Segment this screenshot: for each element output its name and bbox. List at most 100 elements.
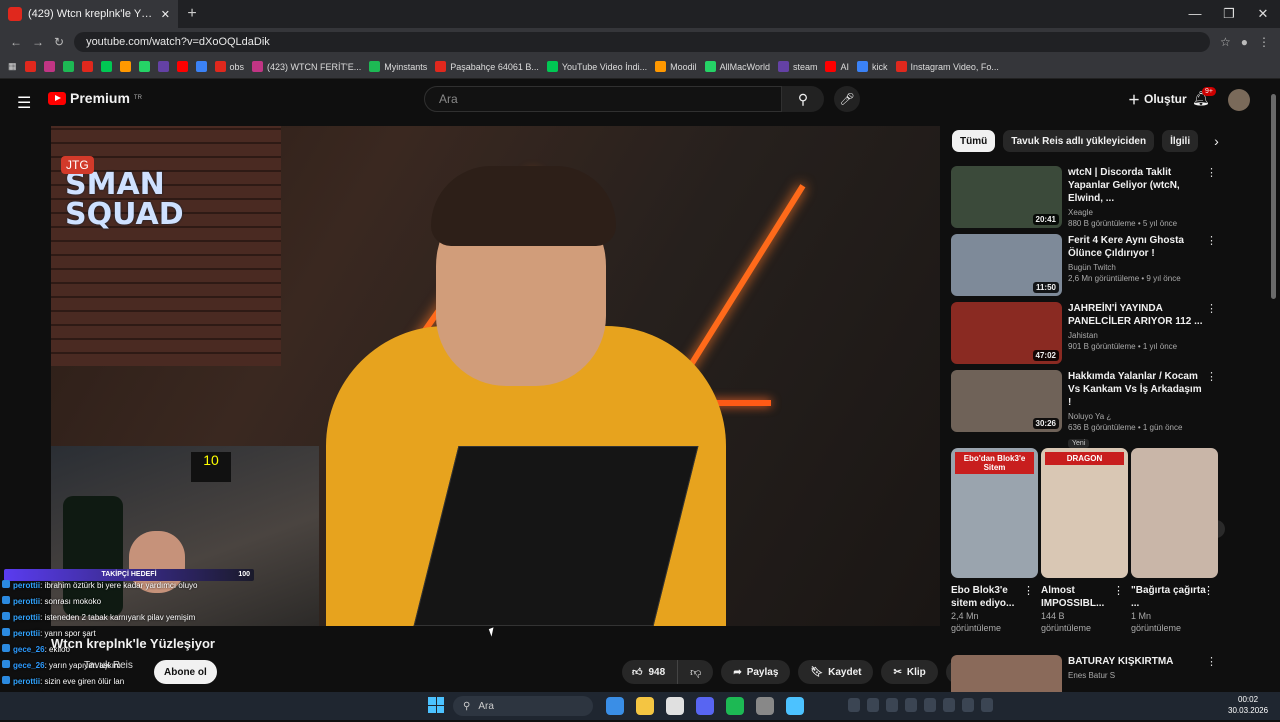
tray-icon[interactable]: [924, 698, 936, 712]
bookmark-favicon-icon[interactable]: [138, 61, 150, 72]
create-button[interactable]: ＋ Oluştur: [1118, 86, 1197, 112]
tray-icon[interactable]: [867, 698, 879, 712]
avatar[interactable]: [1228, 89, 1250, 111]
reload-icon[interactable]: ↻: [54, 35, 64, 49]
bookmark-item[interactable]: Moodil: [655, 61, 697, 72]
menu-icon[interactable]: ⋮: [1258, 35, 1270, 49]
chat-badge-icon: [2, 676, 10, 684]
share-button[interactable]: ➦ Paylaş: [721, 660, 791, 684]
scrollbar[interactable]: [1271, 94, 1276, 299]
minimize-icon[interactable]: —: [1178, 6, 1212, 22]
tray-icon[interactable]: [886, 698, 898, 712]
taskbar-app-icon[interactable]: [726, 697, 744, 715]
bookmark-item[interactable]: steam: [777, 61, 817, 72]
clip-button[interactable]: ✂ Klip: [881, 660, 938, 684]
profile-icon[interactable]: ●: [1241, 35, 1248, 49]
bookmark-item[interactable]: kick: [857, 61, 888, 72]
short-thumbnail[interactable]: DRAGON: [1041, 448, 1128, 578]
share-label: Paylaş: [746, 666, 779, 678]
close-window-icon[interactable]: ✕: [1246, 6, 1280, 22]
recommendation-item[interactable]: 20:41 wtcN | Discorda Taklit Yapanlar Gel…: [951, 166, 1221, 229]
address-bar[interactable]: youtube.com/watch?v=dXoOQLdaDik: [74, 31, 1210, 52]
hamburger-icon[interactable]: ☰: [17, 93, 31, 113]
video-player[interactable]: SMAN SQUAD JTG 10: [51, 126, 940, 626]
bookmark-favicon-icon[interactable]: [43, 61, 55, 72]
bookmark-item[interactable]: (423) WTCN FERİT'E...: [252, 61, 361, 72]
bookmark-item[interactable]: obs: [214, 61, 244, 72]
taskbar-search-label: Ara: [478, 700, 494, 712]
short-overlay-text: Ebo'dan Blok3'e Sitem: [955, 452, 1034, 474]
system-tray: [848, 698, 993, 712]
taskbar-app-icon[interactable]: [606, 697, 624, 715]
taskbar-clock[interactable]: 00:02 30.03.2026: [1228, 694, 1268, 716]
short-thumbnail[interactable]: [1131, 448, 1218, 578]
bookmark-favicon-icon[interactable]: [195, 61, 207, 72]
recommendation-item[interactable]: 11:50 Ferit 4 Kere Aynı Ghosta Ölünce Çıl…: [951, 234, 1221, 297]
mic-button[interactable]: 🎤︎: [834, 86, 860, 112]
taskbar-app-icon[interactable]: [696, 697, 714, 715]
taskbar-app-icon[interactable]: [786, 697, 804, 715]
maximize-icon[interactable]: ❐: [1212, 6, 1246, 22]
like-button[interactable]: 👍︎ 948: [622, 660, 679, 684]
tray-icon[interactable]: [981, 698, 993, 712]
chat-badge-icon: [2, 660, 10, 668]
bookmark-favicon-icon[interactable]: [176, 61, 188, 72]
bookmark-item[interactable]: Myinstants: [369, 61, 427, 72]
bookmark-item[interactable]: AllMacWorld: [704, 61, 770, 72]
bookmark-favicon-icon[interactable]: [119, 61, 131, 72]
bookmark-item[interactable]: Instagram Video, Fo...: [895, 61, 999, 72]
chat-badge-icon: [2, 596, 10, 604]
more-options-icon[interactable]: ⋮: [1206, 166, 1217, 179]
bookmark-favicon-icon[interactable]: [157, 61, 169, 72]
chip-0[interactable]: Tümü: [952, 130, 996, 152]
tray-icon[interactable]: [848, 698, 860, 712]
bookmark-item[interactable]: Paşabahçe 64061 B...: [435, 61, 539, 72]
browser-tab[interactable]: (429) Wtcn kreplnk'le Yüzleşiyor ✕: [0, 0, 178, 28]
more-options-icon[interactable]: ⋮: [1206, 234, 1217, 247]
bookmark-favicon-icon[interactable]: [81, 61, 93, 72]
taskbar-app-icon[interactable]: [636, 697, 654, 715]
windows-start-icon[interactable]: [428, 697, 444, 713]
bookmark-favicon-icon[interactable]: [62, 61, 74, 72]
apps-icon[interactable]: ▦: [8, 61, 17, 72]
more-options-icon[interactable]: ⋮: [1206, 370, 1217, 383]
save-button[interactable]: 🔖︎ Kaydet: [798, 660, 874, 684]
channel-name[interactable]: Tavuk Reis: [84, 660, 133, 671]
tray-icon[interactable]: [905, 698, 917, 712]
search-input[interactable]: Ara: [424, 86, 782, 112]
recommendation-item[interactable]: 30:26 Hakkımda Yalanlar / Kocam Vs Kankam…: [951, 370, 1221, 448]
search-button[interactable]: ⚲: [782, 86, 824, 112]
recommendation-channel: Noluyo Ya ¿: [1068, 412, 1112, 421]
more-options-icon[interactable]: ⋮: [1023, 584, 1034, 597]
video-duration: 20:41: [1032, 214, 1059, 225]
subscribe-button[interactable]: Abone ol: [154, 660, 217, 684]
more-options-icon[interactable]: ⋮: [1206, 655, 1217, 668]
chip-1[interactable]: Tavuk Reis adlı yükleyiciden: [1003, 130, 1155, 152]
more-options-icon[interactable]: ⋮: [1113, 584, 1124, 597]
short-thumbnail[interactable]: Ebo'dan Blok3'e Sitem: [951, 448, 1038, 578]
forward-icon[interactable]: →: [32, 35, 44, 49]
chevron-right-icon[interactable]: ›: [1214, 133, 1219, 149]
dislike-button[interactable]: 👎︎: [678, 660, 713, 684]
recommendation-item[interactable]: 47:02 JAHREİN'İ YAYINDA PANELCİLER ARIYOR…: [951, 302, 1221, 365]
new-tab-button[interactable]: +: [178, 5, 206, 23]
taskbar-search[interactable]: ⚲ Ara: [453, 696, 593, 716]
bookmark-item[interactable]: AI: [825, 61, 849, 72]
bookmark-label: Instagram Video, Fo...: [910, 61, 999, 72]
taskbar-app-icon[interactable]: [756, 697, 774, 715]
bookmark-favicon-icon[interactable]: [100, 61, 112, 72]
tray-icon[interactable]: [943, 698, 955, 712]
bookmark-item[interactable]: YouTube Video İndi...: [546, 61, 647, 72]
tray-icon[interactable]: [962, 698, 974, 712]
taskbar-app-icon[interactable]: [666, 697, 684, 715]
bookmark-favicon-icon[interactable]: [24, 61, 36, 72]
tab-close-icon[interactable]: ✕: [161, 8, 170, 21]
chip-2[interactable]: İlgili: [1162, 130, 1199, 152]
star-icon[interactable]: ☆: [1220, 35, 1231, 49]
chat-badge-icon: [2, 612, 10, 620]
back-icon[interactable]: ←: [10, 35, 22, 49]
bookmark-icon: [895, 61, 907, 72]
more-options-icon[interactable]: ⋮: [1206, 302, 1217, 315]
youtube-logo[interactable]: Premium TR: [48, 90, 142, 106]
more-options-icon[interactable]: ⋮: [1203, 584, 1214, 597]
